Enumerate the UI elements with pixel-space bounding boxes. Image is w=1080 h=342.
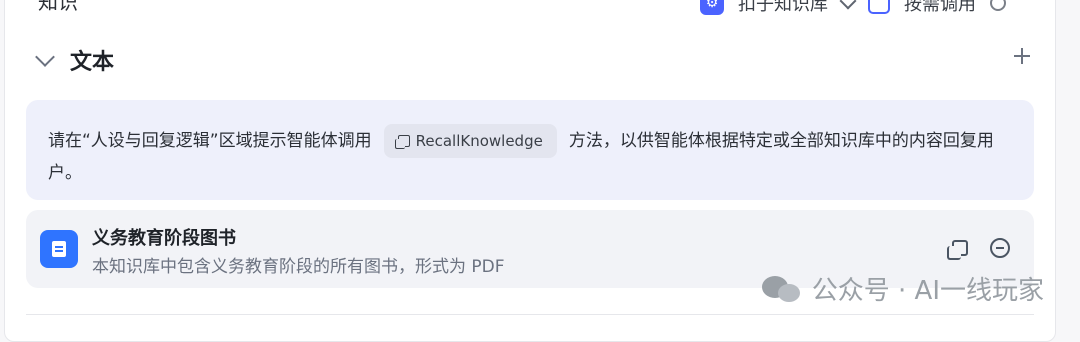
chevron-down-icon[interactable] (839, 0, 857, 10)
hint-text-before: 请在“人设与回复逻辑”区域提示智能体调用 (48, 131, 372, 151)
knowledge-item-title: 义务教育阶段图书 (92, 228, 236, 249)
plugin-icon (868, 0, 890, 14)
top-controls: ⚙ 扣子知识库 按需调用 (700, 0, 1006, 16)
kb-gear-icon: ⚙ (700, 0, 724, 15)
kb-selector-label[interactable]: 扣子知识库 (738, 0, 828, 16)
watermark-text: 公众号 · AI一线玩家 (811, 276, 1044, 306)
collapse-chevron-icon[interactable] (35, 47, 55, 67)
divider (26, 314, 1034, 315)
document-icon (40, 230, 78, 268)
copy-icon (394, 135, 410, 149)
settings-icon[interactable] (990, 0, 1006, 11)
copy-icon[interactable] (947, 240, 968, 260)
knowledge-label: 知识 (38, 0, 78, 14)
method-name: RecallKnowledge (415, 132, 543, 150)
remove-icon[interactable] (990, 238, 1010, 258)
method-chip[interactable]: RecallKnowledge (383, 124, 557, 158)
call-mode-label[interactable]: 按需调用 (904, 0, 976, 16)
watermark: 公众号 · AI一线玩家 (761, 270, 1044, 307)
section-title: 文本 (70, 50, 115, 75)
text-section-header[interactable]: 文本 (35, 44, 115, 76)
item-actions (947, 238, 1010, 260)
usage-hint: 请在“人设与回复逻辑”区域提示智能体调用 RecallKnowledge 方法，以供… (26, 100, 1034, 200)
wechat-logo-icon (761, 274, 802, 304)
knowledge-item-description: 本知识库中包含义务教育阶段的所有图书，形式为 PDF (92, 257, 505, 277)
add-icon[interactable] (1014, 48, 1030, 64)
